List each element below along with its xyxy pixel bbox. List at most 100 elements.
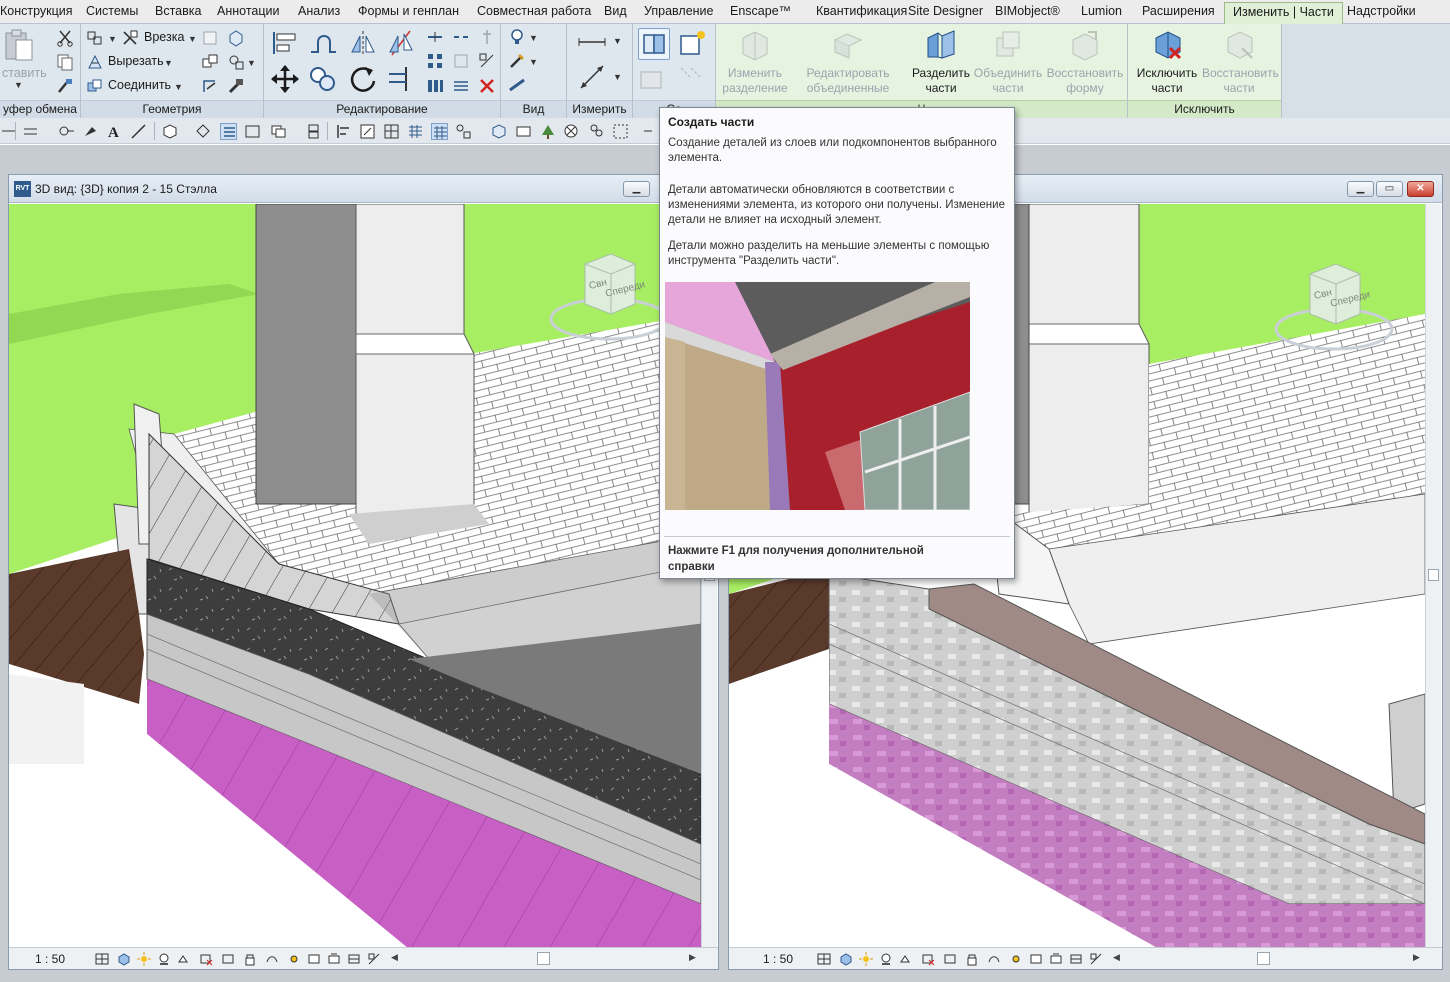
paste-dropdown-icon[interactable]: ▼ (14, 80, 23, 90)
tag-icon[interactable] (82, 123, 99, 140)
measure-toolbar-icon[interactable] (58, 123, 75, 140)
restore-parts-button[interactable]: Восстановить части (1202, 26, 1279, 98)
view-cube-right[interactable]: Свн Спереди (1274, 254, 1394, 354)
restore-shape-button[interactable]: Восстановить форму (1044, 26, 1126, 98)
show-crop-icon[interactable] (221, 952, 235, 966)
cope-icon[interactable] (86, 29, 104, 47)
join-geometry-dropdown-icon[interactable]: ▼ (174, 82, 183, 92)
crop-view-icon[interactable] (921, 952, 935, 966)
scroll-left-icon-right[interactable]: ◀ (1113, 952, 1120, 963)
tab-collaborate[interactable]: Совместная работа (477, 4, 591, 18)
sun-path-icon[interactable] (137, 952, 151, 966)
tile-icon[interactable] (305, 123, 322, 140)
active-grid-icon[interactable] (431, 123, 448, 140)
tab-site-designer[interactable]: Site Designer (908, 4, 983, 18)
select-parts-icon[interactable] (677, 64, 707, 94)
cutout-dropdown-icon[interactable]: ▼ (164, 58, 173, 68)
walls-icon[interactable] (515, 123, 532, 140)
wall-sweep-dropdown-icon[interactable]: ▼ (247, 58, 256, 68)
cut-geometry-label[interactable]: Врезка (144, 30, 184, 44)
join-walls-icon[interactable] (201, 53, 219, 71)
switch-windows-icon[interactable] (270, 123, 287, 140)
analytical-model-icon[interactable] (1029, 952, 1043, 966)
scroll-left-icon[interactable]: ◀ (391, 952, 398, 963)
render-dialog-icon[interactable] (899, 952, 913, 966)
exclude-parts-button[interactable]: Исключить части (1130, 26, 1204, 98)
scope-box-icon[interactable] (612, 123, 629, 140)
match-properties-icon[interactable] (56, 77, 74, 95)
tab-view[interactable]: Вид (604, 4, 627, 18)
scale-icon[interactable] (452, 52, 470, 70)
tab-addins[interactable]: Надстройки (1347, 4, 1416, 18)
shapes-icon[interactable] (455, 123, 472, 140)
render-dialog-icon[interactable] (177, 952, 191, 966)
detail-level-icon[interactable] (817, 952, 831, 966)
shadows-icon[interactable] (879, 952, 893, 966)
analytical-model-icon[interactable] (307, 952, 321, 966)
pin-icon[interactable] (478, 28, 496, 46)
tab-enscape[interactable]: Enscape™ (730, 4, 791, 18)
create-similar-icon[interactable] (638, 64, 668, 94)
thin-lines-icon[interactable] (22, 123, 39, 140)
tab-manage[interactable]: Управление (644, 4, 714, 18)
cut-geometry-icon[interactable] (121, 29, 139, 47)
close-button-right[interactable]: ✕ (1407, 181, 1434, 197)
scroll-right-icon[interactable]: ▶ (689, 952, 696, 963)
array-linear-icon[interactable] (426, 77, 444, 95)
temp-hide-icon[interactable] (265, 952, 279, 966)
cube-icon[interactable] (490, 123, 507, 140)
visual-style-icon[interactable] (117, 952, 131, 966)
paste-label[interactable]: ставить (2, 66, 47, 80)
tab-annotate[interactable]: Аннотации (217, 4, 279, 18)
trim-extend-icon[interactable] (386, 64, 416, 94)
tab-modify-parts[interactable]: Изменить | Части (1224, 2, 1343, 24)
lock-3d-icon[interactable] (965, 952, 979, 966)
view-lightbulb-icon[interactable] (508, 28, 526, 46)
join-geometry-label[interactable]: Соединить (108, 78, 171, 92)
render-icon[interactable] (563, 123, 580, 140)
join-geometry-icon[interactable] (86, 77, 104, 95)
reveal-hidden-icon[interactable] (287, 952, 301, 966)
align-icon[interactable] (270, 28, 300, 58)
demolish-icon[interactable] (227, 77, 245, 95)
people-icon[interactable] (588, 123, 605, 140)
linework-icon[interactable] (508, 76, 526, 94)
toolbar-overflow-icon[interactable] (640, 123, 657, 140)
aligned-dimension-icon[interactable] (577, 62, 607, 92)
edit-merged-parts-button[interactable]: Редактировать объединенные части (794, 26, 902, 110)
tab-construction[interactable]: Конструкция (0, 4, 73, 18)
tab-quantification[interactable]: Квантификация (816, 4, 907, 18)
override-dropdown-icon[interactable]: ▼ (529, 57, 538, 67)
worksets-icon[interactable] (347, 952, 361, 966)
tree-icon[interactable] (540, 123, 557, 140)
tab-extensions[interactable]: Расширения (1142, 4, 1215, 18)
highlight-displacement-icon[interactable] (327, 952, 341, 966)
minimize-button-right[interactable]: ▁ (1347, 181, 1374, 197)
mirror-pick-axis-icon[interactable] (348, 28, 378, 58)
split-face-icon[interactable] (227, 29, 245, 47)
tab-analyze[interactable]: Анализ (298, 4, 340, 18)
view-cube-left[interactable]: Свн Спереди (549, 244, 669, 344)
temp-hide-icon[interactable] (987, 952, 1001, 966)
default-3d-icon[interactable] (161, 123, 178, 140)
create-parts-icon[interactable] (638, 28, 670, 60)
sun-path-icon[interactable] (859, 952, 873, 966)
wall-sweep-icon[interactable] (227, 53, 245, 71)
cut-icon[interactable] (56, 29, 74, 47)
create-assembly-icon[interactable] (677, 28, 709, 60)
tab-massing-site[interactable]: Формы и генплан (358, 4, 459, 18)
grid-icon[interactable] (383, 123, 400, 140)
lock-3d-icon[interactable] (243, 952, 257, 966)
tab-insert[interactable]: Вставка (155, 4, 201, 18)
dimension-dropdown-icon[interactable]: ▼ (613, 72, 622, 82)
unpin-icon[interactable] (478, 52, 496, 70)
paste-icon[interactable] (2, 28, 36, 62)
3d-view-canvas-left[interactable]: Свн Спереди (9, 204, 701, 949)
vertical-scrollbar-right[interactable] (1425, 204, 1441, 949)
edit-division-button[interactable]: Изменить разделение (718, 26, 792, 98)
view-dropdown-icon[interactable]: ▼ (529, 33, 538, 43)
edit-icon[interactable] (359, 123, 376, 140)
delete-icon[interactable] (478, 77, 496, 95)
close-hidden-icon[interactable] (244, 123, 261, 140)
align-left-icon[interactable] (335, 123, 352, 140)
